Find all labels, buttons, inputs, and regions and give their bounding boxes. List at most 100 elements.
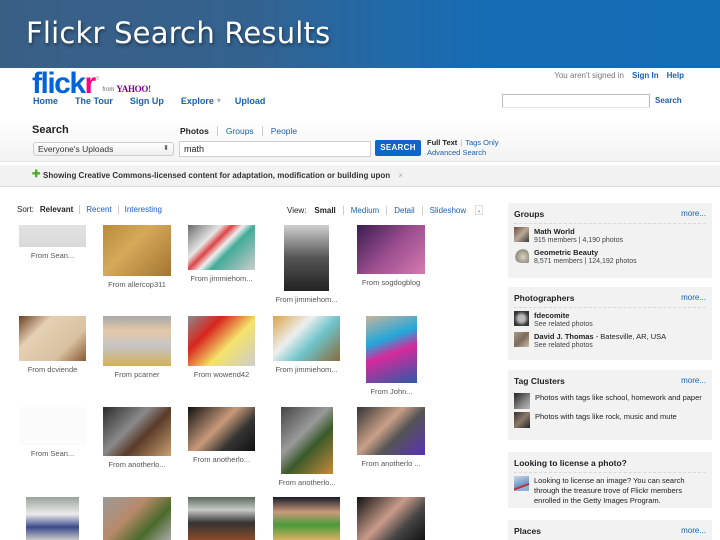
photo-result[interactable]: From jimmiehom... [262,316,352,374]
photo-result[interactable] [346,497,436,540]
photographer-name[interactable]: David J. Thomas [534,332,594,341]
groups-more-link[interactable]: more... [681,209,706,218]
photo-result[interactable]: From jimmiehom... [262,225,352,304]
photo-result[interactable] [92,497,182,540]
photo-thumbnail[interactable] [103,316,171,366]
photo-owner-link[interactable]: From allercop311 [92,280,182,289]
view-medium[interactable]: Medium [342,205,386,215]
photographer-item[interactable]: David J. Thomas - Batesville, AR, USA See… [514,332,706,350]
tag-cluster-item[interactable]: Photos with tags like rock, music and mu… [514,412,706,428]
photo-owner-link[interactable]: From John... [347,387,437,396]
photo-result[interactable] [177,497,267,540]
photo-thumbnail[interactable] [103,407,171,456]
places-more-link[interactable]: more... [681,526,706,535]
nav-upload[interactable]: Upload [235,96,266,106]
photo-result[interactable]: From pcarner [92,316,182,379]
photo-thumbnail[interactable] [357,497,425,540]
photographer-item[interactable]: fdecomite See related photos [514,311,706,329]
sort-relevant[interactable]: Relevant [40,205,79,214]
chevron-down-icon[interactable]: ▾ [217,96,221,106]
photo-thumbnail[interactable] [284,225,329,291]
license-item[interactable]: Looking to license an image? You can sea… [514,476,706,506]
photo-result[interactable]: From jimmiehom... [177,225,267,283]
tag-cluster-text[interactable]: Photos with tags like school, homework a… [535,393,702,403]
group-name[interactable]: Geometric Beauty [534,248,637,257]
photo-thumbnail[interactable] [188,316,255,366]
nav-sign-up[interactable]: Sign Up [130,96,164,106]
photo-result[interactable]: From Sean... [8,225,98,260]
view-detail[interactable]: Detail [386,205,421,215]
nav-the-tour[interactable]: The Tour [75,96,113,106]
view-options-icon[interactable]: ▾ [475,205,484,215]
photo-result[interactable]: From wowend42 [177,316,267,379]
photo-owner-link[interactable]: From anotherlo... [92,460,182,469]
view-slideshow[interactable]: Slideshow [421,205,473,215]
tag-clusters-more-link[interactable]: more... [681,376,706,385]
license-text[interactable]: Looking to license an image? You can sea… [534,476,706,506]
photo-thumbnail[interactable] [188,225,255,270]
photo-owner-link[interactable]: From pcarner [92,370,182,379]
photo-thumbnail[interactable] [366,316,417,383]
flickr-logo[interactable]: flickr ® from YAHOO! [32,68,151,99]
scope-select[interactable]: Everyone's Uploads ⬍ [33,142,174,156]
sort-recent[interactable]: Recent [79,205,117,214]
photo-result[interactable]: From dcviende [8,316,98,374]
search-query-input[interactable] [179,141,371,157]
photo-owner-link[interactable]: From dcviende [8,365,98,374]
group-item[interactable]: Geometric Beauty 8,571 members | 124,192 … [514,248,706,266]
photo-owner-link[interactable]: From anotherlo... [177,455,267,464]
photo-owner-link[interactable]: From jimmiehom... [262,295,352,304]
photo-thumbnail[interactable] [273,497,340,540]
photo-owner-link[interactable]: From sogdogblog [346,278,436,287]
photo-result[interactable]: From Sean... [8,407,98,458]
tag-cluster-item[interactable]: Photos with tags like school, homework a… [514,393,706,409]
full-text-option[interactable]: Full Text [427,138,457,147]
photo-owner-link[interactable]: From wowend42 [177,370,267,379]
group-item[interactable]: Math World 915 members | 4,190 photos [514,227,706,245]
header-search-input[interactable] [502,94,650,108]
photo-result[interactable]: From allercop311 [92,225,182,289]
group-name[interactable]: Math World [534,227,623,236]
photo-thumbnail[interactable] [19,225,86,247]
photo-result[interactable] [262,497,352,540]
related-photos-link[interactable]: See related photos [534,341,666,350]
photo-thumbnail[interactable] [281,407,333,474]
photo-thumbnail[interactable] [357,225,425,274]
tag-cluster-text[interactable]: Photos with tags like rock, music and mu… [535,412,677,422]
tab-photos[interactable]: Photos [180,126,217,136]
close-icon[interactable]: × [398,171,403,180]
header-search-button[interactable]: Search [655,96,682,105]
photo-result[interactable]: From anotherlo... [92,407,182,469]
photo-owner-link[interactable]: From jimmiehom... [262,365,352,374]
nav-explore[interactable]: Explore [181,96,214,106]
tab-groups[interactable]: Groups [216,126,262,136]
photo-thumbnail[interactable] [357,407,425,455]
photo-owner-link[interactable]: From anotherlo ... [346,459,436,468]
photo-thumbnail[interactable] [103,497,171,540]
photo-thumbnail[interactable] [188,497,255,540]
tags-only-option[interactable]: Tags Only [465,138,498,147]
photo-owner-link[interactable]: From Sean... [8,449,98,458]
photo-result[interactable]: From sogdogblog [346,225,436,287]
photo-result[interactable]: From anotherlo... [177,407,267,464]
sign-in-link[interactable]: Sign In [632,71,659,80]
photo-result[interactable]: From anotherlo ... [346,407,436,468]
photo-result[interactable] [8,497,98,540]
photo-owner-link[interactable]: From Sean... [8,251,98,260]
advanced-search-link[interactable]: Advanced Search [427,148,486,157]
nav-home[interactable]: Home [33,96,58,106]
photo-thumbnail[interactable] [273,316,340,361]
photo-result[interactable]: From anotherlo... [262,407,352,487]
photo-thumbnail[interactable] [19,316,86,361]
photo-thumbnail[interactable] [188,407,255,451]
photo-thumbnail[interactable] [26,497,79,540]
photo-thumbnail[interactable] [103,225,171,276]
view-small[interactable]: Small [314,206,342,215]
photo-owner-link[interactable]: From anotherlo... [262,478,352,487]
related-photos-link[interactable]: See related photos [534,320,593,329]
photographers-more-link[interactable]: more... [681,293,706,302]
sort-interesting[interactable]: Interesting [117,205,168,214]
search-button[interactable]: SEARCH [375,140,421,156]
tab-people[interactable]: People [261,126,305,136]
help-link[interactable]: Help [667,71,684,80]
